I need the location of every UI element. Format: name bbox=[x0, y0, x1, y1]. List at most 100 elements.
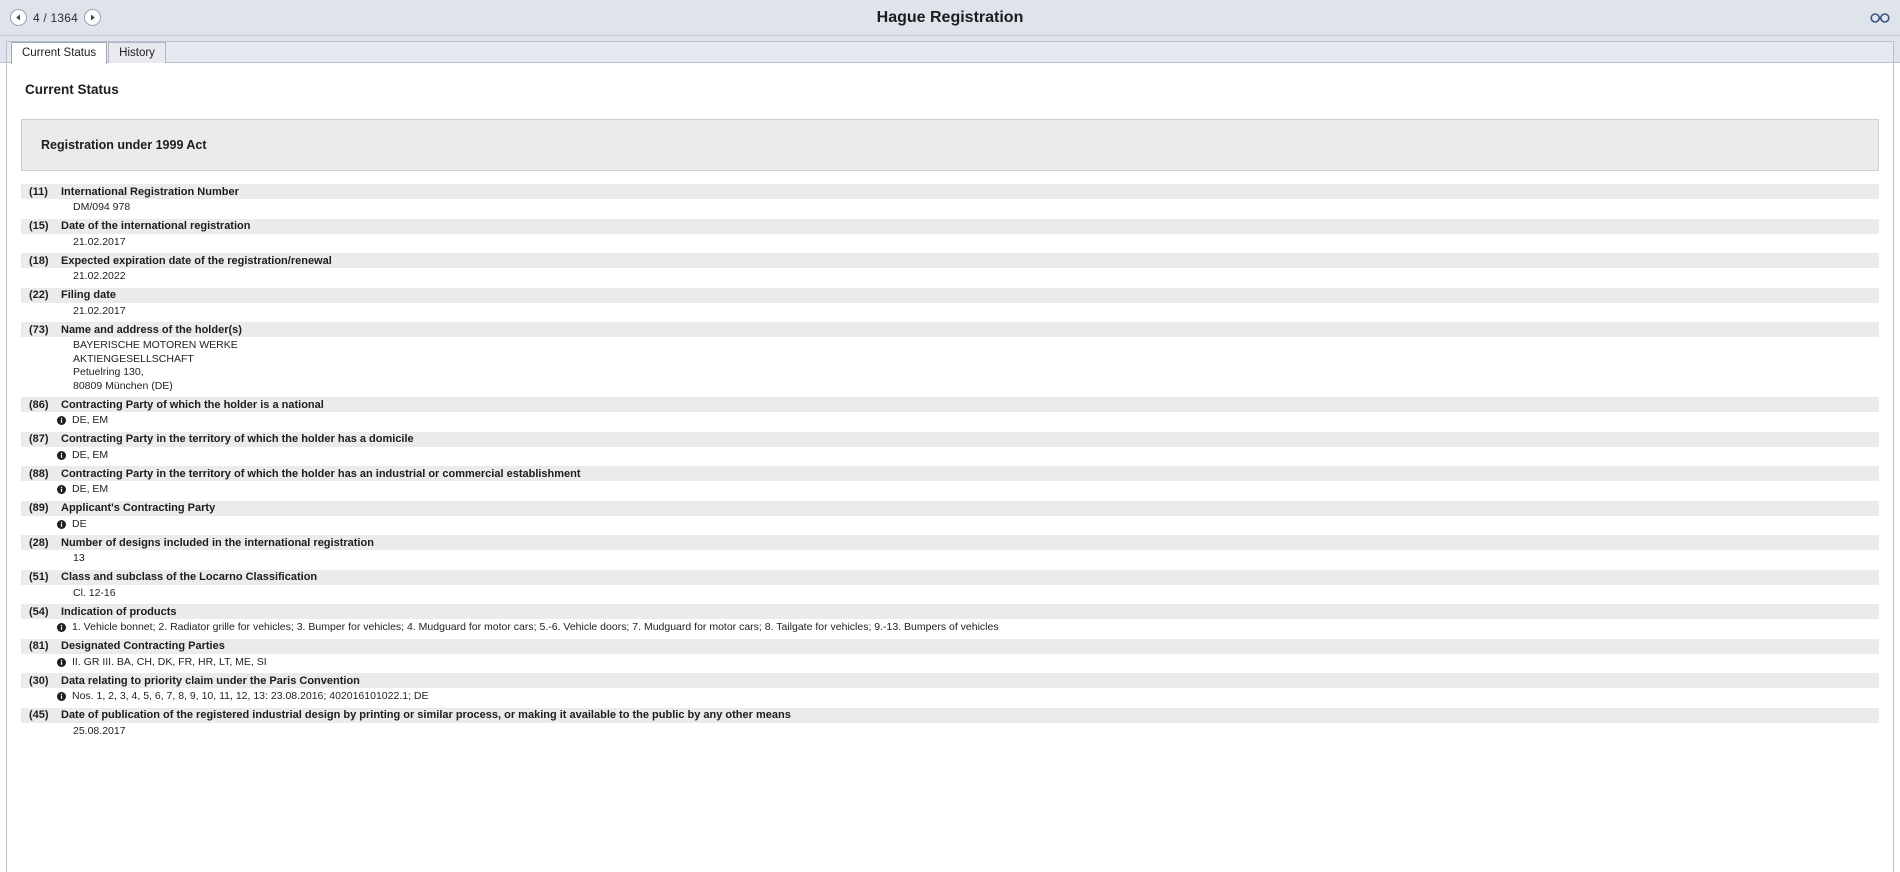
tab-strip: Current Status History bbox=[6, 41, 1894, 64]
field-label-row: (15) Date of the international registrati… bbox=[21, 218, 1879, 234]
field-code: (15) bbox=[29, 220, 49, 232]
field-row: (15) Date of the international registrati… bbox=[21, 218, 1879, 254]
field-code: (30) bbox=[29, 674, 49, 687]
field-label-row: (28) Number of designs included in the in… bbox=[21, 535, 1879, 550]
info-icon[interactable] bbox=[57, 519, 66, 529]
info-icon[interactable] bbox=[57, 692, 66, 702]
field-label: Date of publication of the registered in… bbox=[61, 709, 791, 721]
app-title: Hague Registration bbox=[876, 8, 1024, 26]
field-code: (81) bbox=[29, 640, 49, 652]
field-code: (73) bbox=[29, 323, 49, 336]
field-list: (11) International Registration Number DM/… bbox=[21, 184, 1879, 742]
field-code: (18) bbox=[29, 254, 49, 267]
tab-bar: Current Status History bbox=[0, 36, 1900, 64]
field-value: 80809 München (DE) bbox=[73, 379, 173, 392]
info-icon[interactable] bbox=[57, 657, 66, 667]
field-label-row: (11) International Registration Number bbox=[21, 184, 1879, 199]
field-values: DM/094 978 bbox=[21, 199, 1879, 219]
field-values: DE, EM bbox=[21, 481, 1879, 501]
field-value-text: Nos. 1, 2, 3, 4, 5, 6, 7, 8, 9, 10, 11, … bbox=[72, 690, 429, 702]
registration-act-title: Registration under 1999 Act bbox=[41, 138, 207, 152]
field-row: (86) Contracting Party of which the holde… bbox=[21, 397, 1879, 432]
field-row: (81) Designated Contracting Parties II. GR… bbox=[21, 638, 1879, 674]
glasses-icon[interactable] bbox=[1870, 12, 1890, 24]
field-values: 1. Vehicle bonnet; 2. Radiator grille fo… bbox=[21, 619, 1879, 639]
field-label-row: (73) Name and address of the holder(s) bbox=[21, 322, 1879, 337]
field-value: II. GR III. BA, CH, DK, FR, HR, LT, ME, … bbox=[21, 656, 1879, 670]
page-title: Current Status bbox=[25, 82, 119, 97]
field-values: DE, EM bbox=[21, 447, 1879, 467]
field-value: Cl. 12-16 bbox=[73, 586, 116, 599]
field-label: Designated Contracting Parties bbox=[61, 640, 225, 652]
field-label: Contracting Party of which the holder is… bbox=[61, 398, 324, 411]
info-icon[interactable] bbox=[57, 416, 66, 426]
field-value: AKTIENGESELLSCHAFT bbox=[73, 352, 194, 365]
info-icon[interactable] bbox=[57, 485, 66, 495]
field-value: 21.02.2017 bbox=[73, 304, 126, 317]
field-label-row: (81) Designated Contracting Parties bbox=[21, 638, 1879, 654]
registration-act-box: Registration under 1999 Act bbox=[21, 119, 1879, 171]
info-icon[interactable] bbox=[57, 623, 66, 633]
field-value-text: DE, EM bbox=[72, 414, 109, 426]
field-values: DE, EM bbox=[21, 412, 1879, 432]
field-label: Data relating to priority claim under th… bbox=[61, 674, 360, 687]
field-value: 25.08.2017 bbox=[73, 724, 126, 737]
info-icon[interactable] bbox=[57, 450, 66, 460]
chevron-right-icon bbox=[90, 14, 95, 21]
field-values: 13 bbox=[21, 550, 1879, 570]
field-code: (54) bbox=[29, 605, 49, 618]
tab-current-status[interactable]: Current Status bbox=[11, 42, 108, 64]
field-row: (73) Name and address of the holder(s) BAY… bbox=[21, 322, 1879, 397]
page-counter: 4 / 1364 bbox=[33, 10, 78, 25]
field-code: (45) bbox=[29, 709, 49, 721]
field-label-row: (54) Indication of products bbox=[21, 604, 1879, 619]
field-values: 21.02.2017 bbox=[21, 303, 1879, 323]
field-label: Date of the international registration bbox=[61, 220, 251, 232]
field-code: (51) bbox=[29, 571, 49, 583]
field-row: (54) Indication of products 1. Vehicle bon… bbox=[21, 604, 1879, 639]
field-row: (45) Date of publication of the registere… bbox=[21, 707, 1879, 743]
field-values: 25.08.2017 bbox=[21, 723, 1879, 743]
field-value: DE, EM bbox=[21, 449, 1879, 463]
field-code: (88) bbox=[29, 467, 49, 480]
field-label-row: (30) Data relating to priority claim unde… bbox=[21, 673, 1879, 688]
field-value-text: DE bbox=[72, 517, 87, 530]
field-values: 21.02.2017 bbox=[21, 234, 1879, 254]
field-values: Nos. 1, 2, 3, 4, 5, 6, 7, 8, 9, 10, 11, … bbox=[21, 688, 1879, 708]
field-values: 21.02.2022 bbox=[21, 268, 1879, 288]
field-code: (11) bbox=[29, 185, 48, 198]
field-label: Number of designs included in the intern… bbox=[61, 536, 374, 549]
field-value: 21.02.2017 bbox=[73, 235, 126, 248]
field-value: DE bbox=[21, 518, 1879, 532]
field-label: Contracting Party in the territory of wh… bbox=[61, 467, 581, 480]
field-code: (28) bbox=[29, 536, 49, 549]
field-value: DE, EM bbox=[21, 483, 1879, 497]
field-value: BAYERISCHE MOTOREN WERKE bbox=[73, 339, 238, 351]
field-label: Class and subclass of the Locarno Classi… bbox=[61, 571, 318, 583]
field-label: Applicant's Contracting Party bbox=[61, 502, 216, 514]
field-values: II. GR III. BA, CH, DK, FR, HR, LT, ME, … bbox=[21, 654, 1879, 674]
field-label-row: (89) Applicant's Contracting Party bbox=[21, 500, 1879, 516]
field-row: (30) Data relating to priority claim unde… bbox=[21, 673, 1879, 708]
field-row: (18) Expected expiration date of the regi… bbox=[21, 253, 1879, 288]
field-value-text: II. GR III. BA, CH, DK, FR, HR, LT, ME, … bbox=[72, 655, 267, 668]
next-page-button[interactable] bbox=[83, 9, 101, 26]
field-code: (87) bbox=[29, 433, 49, 445]
field-row: (88) Contracting Party in the territory o… bbox=[21, 466, 1879, 501]
field-label: Filing date bbox=[61, 289, 116, 301]
field-row: (11) International Registration Number DM/… bbox=[21, 184, 1879, 219]
top-bar-tools bbox=[1870, 0, 1890, 35]
field-value: DE, EM bbox=[21, 414, 1879, 428]
field-label-row: (87) Contracting Party in the territory o… bbox=[21, 431, 1879, 447]
tab-history[interactable]: History bbox=[108, 42, 166, 63]
field-row: (22) Filing date 21.02.2017 bbox=[21, 287, 1879, 323]
prev-page-button[interactable] bbox=[10, 9, 27, 26]
top-bar: 4 / 1364 Hague Registration bbox=[0, 0, 1900, 36]
field-label: Contracting Party in the territory of wh… bbox=[61, 433, 414, 445]
field-code: (89) bbox=[29, 502, 49, 514]
field-code: (22) bbox=[29, 289, 49, 301]
field-label-row: (22) Filing date bbox=[21, 287, 1879, 303]
field-code: (86) bbox=[29, 398, 49, 411]
field-values: DE bbox=[21, 516, 1879, 536]
field-label-row: (88) Contracting Party in the territory o… bbox=[21, 466, 1879, 481]
